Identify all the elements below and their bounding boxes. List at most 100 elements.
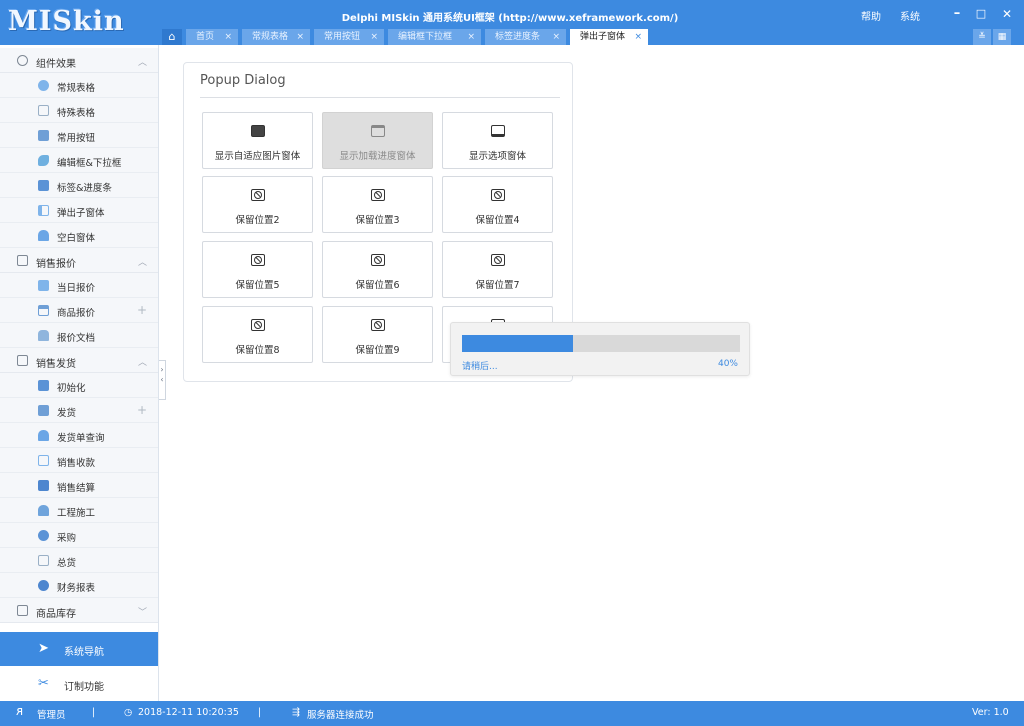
tab-close-icon[interactable]: × [224, 29, 232, 45]
sidebar-item-initialize[interactable]: 初始化 [0, 373, 158, 398]
panel-title: Popup Dialog [200, 73, 286, 88]
people-icon [38, 530, 49, 541]
sidebar-group-sales-shipping[interactable]: 销售发货 ︿ [0, 348, 158, 373]
sidebar-item-daily-quote[interactable]: 当日报价 [0, 273, 158, 298]
tab-common-buttons[interactable]: 常用按钮 × [314, 29, 384, 45]
sidebar-collapse-handle[interactable]: › ‹ [159, 360, 166, 400]
chart-icon [38, 380, 49, 391]
button-label: 保留位置3 [355, 215, 400, 226]
calculator-icon [17, 255, 28, 266]
tab-close-icon[interactable]: × [370, 29, 378, 45]
sidebar-item-label: 常用按钮 [57, 133, 96, 144]
reserved-slot-9-button[interactable]: 保留位置9 [322, 306, 433, 363]
tab-close-icon[interactable]: × [634, 29, 642, 45]
grid-icon[interactable]: ▦ [993, 29, 1011, 45]
box-icon [38, 555, 49, 566]
reserved-slot-3-button[interactable]: 保留位置3 [322, 176, 433, 233]
sidebar-item-label: 销售收款 [57, 458, 96, 469]
minimize-button[interactable]: – [946, 4, 968, 24]
tab-label: 弹出子窗体 [580, 32, 626, 42]
inventory-icon [17, 605, 28, 616]
sidebar-item-label: 弹出子窗体 [57, 208, 105, 219]
reserved-slot-2-button[interactable]: 保留位置2 [202, 176, 313, 233]
tab-label-progress[interactable]: 标签进度条 × [485, 29, 566, 45]
sidebar-item-edit-dropdown[interactable]: 编辑框&下拉框 [0, 148, 158, 173]
show-options-form-button[interactable]: 显示选项窗体 [442, 112, 553, 169]
sidebar-group-label: 销售报价 [36, 259, 76, 270]
sidebar-group-components[interactable]: 组件效果 ︿ [0, 48, 158, 73]
reserved-slot-6-button[interactable]: 保留位置6 [322, 241, 433, 298]
sidebar-item-financial-report[interactable]: 财务报表 [0, 573, 158, 598]
reserved-slot-7-button[interactable]: 保留位置7 [442, 241, 553, 298]
sidebar-item-product-quote[interactable]: 商品报价 + [0, 298, 158, 323]
ban-icon [491, 254, 505, 266]
divider [200, 97, 560, 98]
custom-function-button[interactable]: ✂ 订制功能 [0, 668, 158, 701]
help-menu[interactable]: 帮助 [861, 8, 881, 23]
chevron-right-icon: › [160, 365, 164, 374]
sidebar-group-label: 组件效果 [36, 59, 76, 70]
maximize-button[interactable]: □ [970, 4, 992, 24]
sidebar-item-ship[interactable]: 发货 + [0, 398, 158, 423]
app-logo: MISkin [8, 6, 125, 37]
sidebar-item-label-progress[interactable]: 标签&进度条 [0, 173, 158, 198]
ship-icon [38, 405, 49, 416]
sidebar-item-label: 空白窗体 [57, 233, 96, 244]
tab-popup-child-form[interactable]: 弹出子窗体 × [570, 29, 648, 45]
expand-plus-icon[interactable]: + [137, 403, 147, 417]
ban-icon [371, 189, 385, 201]
show-loading-progress-form-button: 显示加载进度窗体 [322, 112, 433, 169]
show-adaptive-image-form-button[interactable]: 显示自适应图片窗体 [202, 112, 313, 169]
tab-close-icon[interactable]: × [552, 29, 560, 45]
title-bar: MISkin Delphi MISkin 通用系统UI框架 (http://ww… [0, 0, 1024, 45]
tab-label: 常用按钮 [324, 32, 361, 42]
sidebar-item-common-buttons[interactable]: 常用按钮 [0, 123, 158, 148]
monitor-icon [491, 125, 505, 137]
sidebar-group-sales-quote[interactable]: 销售报价 ︿ [0, 248, 158, 273]
reserved-slot-4-button[interactable]: 保留位置4 [442, 176, 553, 233]
progress-message: 请稍后... [462, 362, 498, 372]
tab-label: 标签进度条 [495, 32, 541, 42]
sidebar-item-label: 发货单查询 [57, 433, 105, 444]
status-separator: | [258, 707, 262, 718]
home-tab[interactable]: ⌂ [162, 29, 182, 45]
sidebar-item-shipping-query[interactable]: 发货单查询 [0, 423, 158, 448]
sidebar-item-regular-table[interactable]: 常规表格 [0, 73, 158, 98]
truck-icon [17, 355, 28, 366]
doc-icon [38, 105, 49, 116]
sidebar-item-special-table[interactable]: 特殊表格 [0, 98, 158, 123]
sidebar-item-label: 当日报价 [57, 283, 96, 294]
sidebar-item-label: 报价文档 [57, 333, 96, 344]
reserved-slot-8-button[interactable]: 保留位置8 [202, 306, 313, 363]
system-navigation-button[interactable]: ➤ 系统导航 [0, 632, 158, 666]
tab-home-page[interactable]: 首页 × [186, 29, 238, 45]
button-label: 保留位置6 [355, 280, 400, 291]
sidebar-group-inventory[interactable]: 商品库存 ﹀ [0, 598, 158, 623]
edit-icon [38, 155, 49, 166]
tab-regular-table[interactable]: 常规表格 × [242, 29, 310, 45]
sidebar-item-purchase[interactable]: 采购 [0, 523, 158, 548]
reserved-slot-5-button[interactable]: 保留位置5 [202, 241, 313, 298]
image-icon [251, 125, 265, 137]
sidebar-item-sales-settlement[interactable]: 销售结算 [0, 473, 158, 498]
close-button[interactable]: ✕ [996, 4, 1018, 24]
nav-button-label: 系统导航 [64, 647, 104, 658]
sidebar-item-quote-docs[interactable]: 报价文档 [0, 323, 158, 348]
button-label: 显示自适应图片窗体 [214, 151, 301, 162]
system-menu[interactable]: 系统 [900, 8, 920, 23]
tab-close-icon[interactable]: × [467, 29, 475, 45]
tab-edit-dropdown[interactable]: 编辑框下拉框 × [388, 29, 481, 45]
current-user: 管理员 [37, 710, 66, 721]
ban-icon [251, 254, 265, 266]
expand-plus-icon[interactable]: + [137, 303, 147, 317]
sidebar-item-popup-form[interactable]: 弹出子窗体 [0, 198, 158, 223]
button-label: 保留位置5 [235, 280, 280, 291]
sidebar-item-total-goods[interactable]: 总货 [0, 548, 158, 573]
sidebar-item-construction[interactable]: 工程施工 [0, 498, 158, 523]
double-chevron-down-icon[interactable]: ≚ [973, 29, 991, 45]
tab-close-icon[interactable]: × [296, 29, 304, 45]
sidebar-item-sales-collection[interactable]: 销售收款 [0, 448, 158, 473]
sidebar-item-label: 工程施工 [57, 508, 96, 519]
chevron-down-icon: ﹀ [137, 608, 147, 618]
sidebar-item-blank-form[interactable]: 空白窗体 [0, 223, 158, 248]
